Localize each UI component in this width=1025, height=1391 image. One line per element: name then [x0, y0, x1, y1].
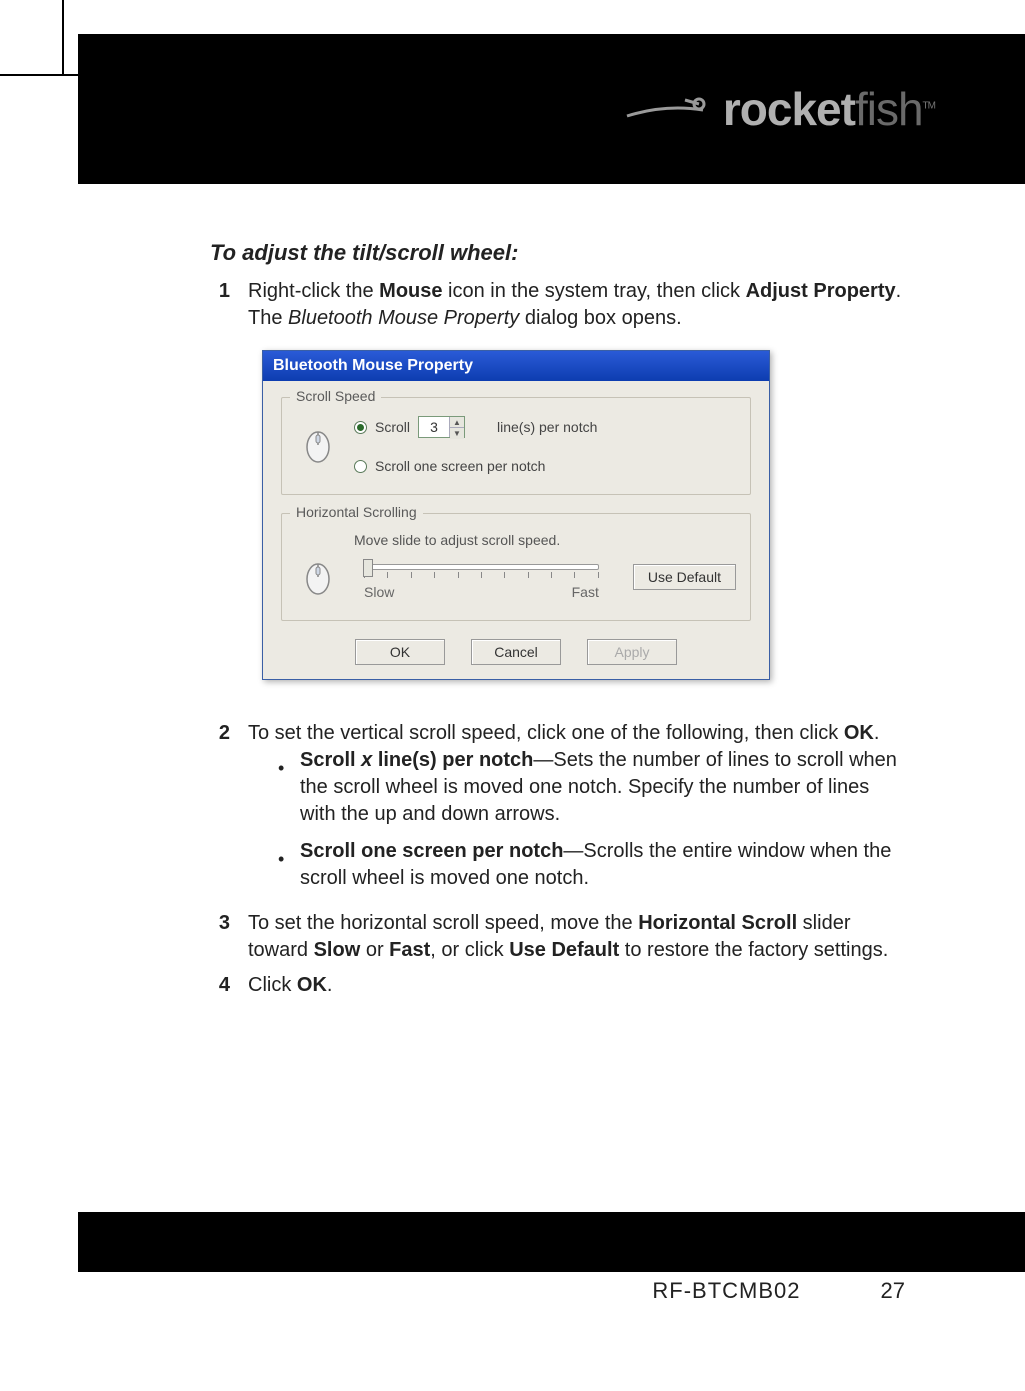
step-1: 1 Right-click the Mouse icon in the syst… — [210, 278, 910, 332]
dialog-name-italic: Bluetooth Mouse Property — [288, 307, 519, 329]
step-number: 4 — [210, 972, 230, 999]
label-ok: OK — [844, 722, 874, 744]
slider-label-slow: Slow — [364, 584, 394, 600]
text: icon in the system tray, then click — [443, 280, 746, 302]
bullet-dot-icon — [278, 838, 288, 892]
text: To set the horizontal scroll speed, move… — [248, 912, 638, 934]
dialog-button-row: OK Cancel Apply — [281, 639, 751, 665]
section-heading: To adjust the tilt/scroll wheel: — [210, 240, 910, 266]
radio-scroll-lines-row: Scroll ▲ ▼ line(s) per notch — [354, 416, 736, 438]
brand-text-fish: fish — [855, 83, 923, 135]
text: Right-click the — [248, 280, 379, 302]
slider-label-fast: Fast — [572, 584, 599, 600]
label-mouse: Mouse — [379, 280, 442, 302]
ok-button[interactable]: OK — [355, 639, 445, 665]
text: . — [874, 722, 880, 744]
lines-suffix-label: line(s) per notch — [497, 419, 597, 435]
bullet-item: Scroll x line(s) per notch—Sets the numb… — [278, 747, 910, 828]
groupbox-horizontal-scrolling: Horizontal Scrolling Move slide to adjus… — [281, 513, 751, 621]
step-number: 1 — [210, 278, 230, 332]
groupbox-scroll-speed: Scroll Speed Scroll — [281, 397, 751, 495]
bullet-dot-icon — [278, 747, 288, 828]
lines-spinner-input[interactable] — [419, 417, 449, 437]
italic-x: x — [361, 749, 372, 771]
bullet-item: Scroll one screen per notch—Scrolls the … — [278, 838, 910, 892]
dialog-titlebar[interactable]: Bluetooth Mouse Property — [263, 351, 769, 381]
label-horizontal-scroll: Horizontal Scroll — [638, 912, 797, 934]
header-bar: rocketfishTM — [78, 34, 1025, 184]
slider-track[interactable] — [364, 564, 599, 570]
mouse-icon — [296, 555, 340, 599]
slider-thumb[interactable] — [363, 559, 373, 577]
bullet-label: Scroll one screen per notch — [300, 840, 563, 862]
text: , or click — [430, 939, 509, 961]
model-number: RF-BTCMB02 — [652, 1278, 800, 1304]
text: To set the vertical scroll speed, click … — [248, 722, 844, 744]
mouse-icon — [296, 423, 340, 467]
text: dialog box opens. — [519, 307, 681, 329]
page-number: 27 — [881, 1278, 905, 1304]
brand-logo: rocketfishTM — [625, 82, 935, 136]
lines-spinner[interactable]: ▲ ▼ — [418, 416, 465, 438]
radio-scroll-screen[interactable] — [354, 460, 367, 473]
groupbox-legend: Scroll Speed — [290, 388, 381, 404]
groupbox-legend: Horizontal Scrolling — [290, 504, 423, 520]
label-use-default: Use Default — [509, 939, 619, 961]
step-3: 3 To set the horizontal scroll speed, mo… — [210, 910, 910, 964]
radio-scroll-screen-row: Scroll one screen per notch — [354, 458, 736, 474]
brand-text-rocket: rocket — [723, 83, 855, 135]
footer-text: RF-BTCMB02 27 — [78, 1278, 1025, 1304]
horizontal-instruction: Move slide to adjust scroll speed. — [354, 532, 736, 548]
step-body: Right-click the Mouse icon in the system… — [248, 278, 910, 332]
content-area: To adjust the tilt/scroll wheel: 1 Right… — [210, 240, 910, 1007]
rocket-swoosh-icon — [625, 94, 715, 124]
label-ok: OK — [297, 974, 327, 996]
horizontal-slider[interactable]: Slow Fast — [354, 554, 609, 600]
text: to restore the factory settings. — [619, 939, 888, 961]
step-body: To set the vertical scroll speed, click … — [248, 720, 910, 902]
step-body: Click OK. — [248, 972, 910, 999]
step-2: 2 To set the vertical scroll speed, clic… — [210, 720, 910, 902]
apply-button[interactable]: Apply — [587, 639, 677, 665]
label-slow: Slow — [314, 939, 361, 961]
label-adjust-property: Adjust Property — [746, 280, 896, 302]
radio-scroll-lines-label: Scroll — [375, 419, 410, 435]
label-fast: Fast — [389, 939, 430, 961]
step-number: 3 — [210, 910, 230, 964]
slider-ticks — [364, 572, 599, 578]
step-4: 4 Click OK. — [210, 972, 910, 999]
footer-bar — [78, 1212, 1025, 1272]
dialog-body: Scroll Speed Scroll — [263, 381, 769, 679]
page-top-rule-vertical — [62, 0, 64, 76]
radio-scroll-lines[interactable] — [354, 421, 367, 434]
step-number: 2 — [210, 720, 230, 902]
step-body: To set the horizontal scroll speed, move… — [248, 910, 910, 964]
brand-tm: TM — [923, 101, 935, 112]
text: or — [360, 939, 389, 961]
spinner-up-icon[interactable]: ▲ — [450, 417, 464, 428]
bluetooth-mouse-property-dialog: Bluetooth Mouse Property Scroll Speed — [262, 350, 770, 680]
spinner-down-icon[interactable]: ▼ — [450, 428, 464, 439]
text: Click — [248, 974, 297, 996]
cancel-button[interactable]: Cancel — [471, 639, 561, 665]
radio-scroll-screen-label: Scroll one screen per notch — [375, 458, 545, 474]
use-default-button[interactable]: Use Default — [633, 564, 736, 590]
text: . — [327, 974, 333, 996]
